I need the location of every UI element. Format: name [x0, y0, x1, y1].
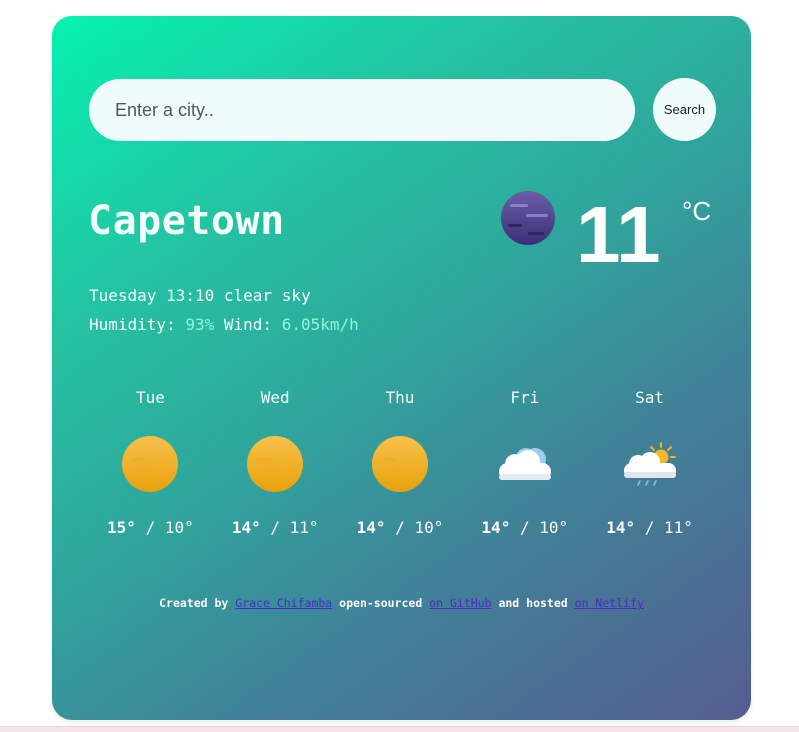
forecast-day-name: Thu	[385, 388, 415, 407]
humidity-label: Humidity:	[89, 315, 176, 334]
author-link[interactable]: Grace Chifamba	[235, 596, 332, 610]
humidity-wind-line: Humidity: 93% Wind: 6.05km/h	[89, 315, 359, 334]
page-bottom-edge	[0, 726, 799, 732]
forecast-day-name: Fri	[510, 388, 540, 407]
date-description-line: Tuesday 13:10 clear sky	[89, 286, 311, 305]
city-name: Capetown	[88, 198, 285, 244]
temperature-unit: °C	[682, 196, 712, 226]
forecast-max-temp: 15°	[107, 518, 136, 537]
netlify-link[interactable]: on Netlify	[575, 596, 644, 610]
cloud-icon	[498, 448, 551, 480]
forecast-max-temp: 14°	[356, 518, 386, 537]
github-link[interactable]: on GitHub	[429, 596, 491, 610]
weather-card: Search Capetown 11 °C Tuesday 13:10 clea…	[52, 16, 751, 720]
forecast-min-temp: 10°	[414, 518, 444, 537]
wind-label: Wind:	[223, 315, 273, 334]
city-search-input[interactable]	[89, 79, 635, 141]
forecast-max-temp: 14°	[606, 518, 636, 537]
forecast-temps: 14° / 11°	[606, 518, 693, 537]
forecast-temps: 14° / 11°	[231, 518, 319, 537]
current-day: Tuesday	[89, 286, 157, 305]
sun-icon	[371, 436, 428, 492]
forecast-temps: 15° / 10°	[107, 518, 194, 537]
forecast-min-temp: 10°	[539, 518, 569, 537]
footer-created-by: Created by	[159, 596, 229, 610]
sun-icon	[247, 436, 304, 492]
forecast-max-temp: 14°	[481, 518, 511, 537]
forecast-day-name: Wed	[260, 388, 290, 407]
forecast-temps: 14° / 10°	[481, 518, 569, 537]
sun-cloud-rain-icon	[623, 442, 676, 486]
forecast-min-temp: 11°	[289, 518, 319, 537]
forecast-day: Fri 14° / 10°	[462, 388, 587, 537]
forecast-list: Tue 15° / 10° Wed 14° / 11° Thu 14° / 10…	[88, 388, 712, 537]
forecast-min-temp: 10°	[164, 518, 194, 537]
forecast-max-temp: 14°	[231, 518, 261, 537]
forecast-temps: 14° / 10°	[356, 518, 444, 537]
footer: Created by Grace Chifamba open-sourced o…	[52, 596, 751, 610]
forecast-day: Thu 14° / 10°	[338, 388, 463, 537]
current-temperature: 11	[576, 190, 661, 279]
humidity-value: 93%	[185, 315, 215, 334]
forecast-day: Sat 14° / 11°	[587, 388, 712, 537]
forecast-day: Wed 14° / 11°	[213, 388, 338, 537]
forecast-day: Tue 15° / 10°	[88, 388, 213, 537]
weather-description: clear sky	[223, 286, 311, 305]
forecast-day-name: Sat	[635, 388, 665, 407]
forecast-min-temp: 11°	[664, 518, 693, 537]
sun-icon	[122, 436, 179, 492]
footer-open-sourced: open-sourced	[339, 596, 423, 610]
footer-hosted: and hosted	[498, 596, 568, 610]
current-time: 13:10	[166, 286, 215, 305]
search-button[interactable]: Search	[653, 78, 716, 141]
moon-icon	[501, 191, 555, 245]
wind-value: 6.05km/h	[281, 315, 359, 334]
forecast-day-name: Tue	[135, 388, 165, 407]
